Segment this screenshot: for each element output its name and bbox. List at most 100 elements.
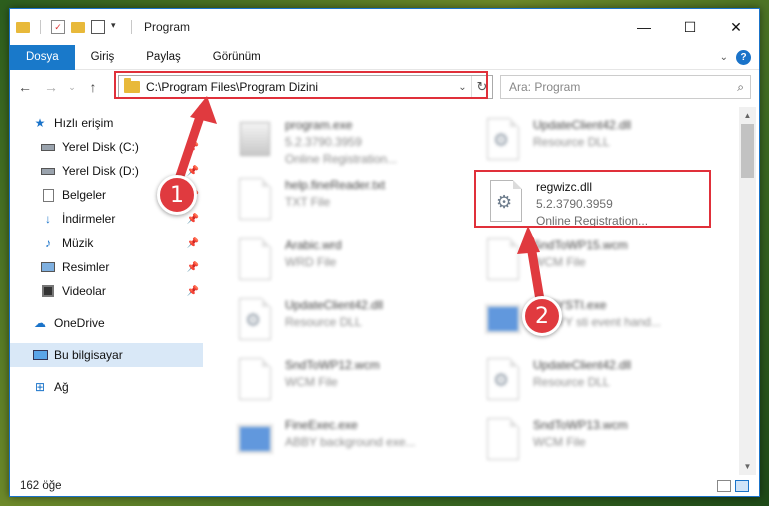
navigation-pane: ★ Hızlı erişim Yerel Disk (C:) 📌 Yerel D… (10, 109, 203, 471)
sidebar-item-label: OneDrive (54, 316, 105, 330)
file-item[interactable]: help.fineReader.txt TXT File (235, 175, 475, 235)
sidebar-item-label: Ağ (54, 380, 69, 394)
drive-icon (40, 164, 56, 178)
file-item[interactable]: ⚙ UpdateClient42.dll Resource DLL (235, 295, 475, 355)
expand-ribbon-icon[interactable]: ⌄ (720, 52, 728, 63)
file-item[interactable]: SndToWP12.wcm WCM File (235, 355, 475, 415)
status-bar: 162 öğe (10, 475, 759, 497)
pin-icon[interactable]: 📌 (187, 142, 199, 153)
file-name: program.exe (285, 118, 353, 132)
sidebar-item-quick-access[interactable]: ★ Hızlı erişim (10, 111, 203, 135)
file-item[interactable]: program.exe 5.2.3790.3959 Online Registrat… (235, 115, 475, 175)
text-file-icon (235, 175, 275, 223)
pin-icon[interactable]: 📌 (187, 238, 199, 249)
music-icon: ♪ (45, 236, 51, 250)
sidebar-item-pictures[interactable]: Resimler 📌 (10, 255, 203, 279)
forward-button[interactable]: → (40, 76, 62, 98)
step-marker-2: 2 (522, 296, 562, 336)
search-box[interactable]: Ara: Program ⌕ (500, 75, 751, 99)
sidebar-item-music[interactable]: ♪ Müzik 📌 (10, 231, 203, 255)
download-icon: ↓ (45, 212, 51, 226)
pin-icon[interactable]: 📌 (187, 262, 199, 273)
customize-dropdown-icon[interactable]: ▾ (111, 20, 121, 34)
file-name: SndToWP12.wcm (285, 358, 380, 372)
maximize-button[interactable]: ☐ (667, 9, 713, 45)
new-folder-icon[interactable] (71, 21, 85, 33)
sidebar-item-label: Bu bilgisayar (54, 348, 123, 362)
file-icon (235, 355, 275, 403)
file-item[interactable]: ⚙ UpdateClient42.dll Resource DLL (483, 115, 723, 175)
file-version: 5.2.3790.3959 (285, 135, 362, 149)
sidebar-item-onedrive[interactable]: ☁ OneDrive (10, 311, 203, 335)
file-name: UpdateClient42.dll (533, 118, 632, 132)
file-item[interactable]: SndToWP15.wcm WCM File (483, 235, 723, 295)
back-button[interactable]: ← (14, 76, 36, 98)
minimize-button[interactable]: — (621, 9, 667, 45)
file-type: Resource DLL (533, 135, 610, 149)
scrollbar-thumb[interactable] (741, 124, 754, 178)
pin-icon[interactable]: 📌 (187, 286, 199, 297)
file-list: program.exe 5.2.3790.3959 Online Registrat… (225, 107, 735, 473)
application-icon (483, 295, 523, 343)
sidebar-item-label: Belgeler (62, 188, 107, 202)
documents-icon (40, 188, 56, 202)
properties-icon[interactable]: ✓ (51, 20, 65, 34)
cloud-icon: ☁ (34, 316, 46, 330)
sidebar-item-label: Müzik (62, 236, 94, 250)
file-description: Online Registration... (285, 152, 398, 166)
scroll-down-icon[interactable]: ▼ (739, 458, 756, 475)
scroll-up-icon[interactable]: ▲ (739, 107, 756, 124)
search-input[interactable]: Ara: Program (509, 80, 580, 94)
application-icon (235, 415, 275, 463)
pin-icon[interactable]: 📌 (187, 166, 199, 177)
details-view-icon[interactable] (717, 480, 731, 492)
sidebar-item-disk-c[interactable]: Yerel Disk (C:) 📌 (10, 135, 203, 159)
recent-dropdown-icon[interactable]: ⌄ (66, 76, 78, 98)
computer-icon (32, 348, 48, 362)
item-count: 162 öğe (20, 480, 62, 492)
sidebar-item-label: Yerel Disk (D:) (62, 164, 139, 178)
exe-icon (235, 115, 275, 163)
title-bar: ✓ ▾ Program — ☐ ✕ (10, 9, 759, 45)
address-highlight-box (114, 71, 488, 99)
file-item[interactable]: ⚙ UpdateClient42.dll Resource DLL (483, 355, 723, 415)
file-name: UpdateClient42.dll (285, 298, 384, 312)
search-icon[interactable]: ⌕ (737, 80, 744, 95)
star-icon: ★ (34, 116, 46, 130)
tab-home[interactable]: Giriş (75, 45, 131, 70)
file-name: Arabic.wrd (285, 238, 342, 252)
file-item[interactable]: SndToWP13.wcm WCM File (483, 415, 723, 473)
help-icon[interactable]: ? (736, 49, 751, 65)
vertical-scrollbar[interactable]: ▲ ▼ (739, 107, 756, 475)
file-description: ABBY background exe... (285, 435, 416, 449)
file-type: Resource DLL (285, 315, 362, 329)
tab-share[interactable]: Paylaş (130, 45, 197, 70)
file-icon (483, 235, 523, 283)
sidebar-item-label: Yerel Disk (C:) (62, 140, 139, 154)
file-type: WCM File (533, 435, 586, 449)
file-type: TXT File (285, 195, 331, 209)
dll-icon: ⚙ (483, 355, 523, 403)
pin-icon[interactable]: 📌 (187, 214, 199, 225)
dll-icon: ⚙ (483, 115, 523, 163)
step-marker-1: 1 (157, 175, 197, 215)
up-button[interactable]: ↑ (82, 76, 104, 98)
sidebar-item-this-pc[interactable]: Bu bilgisayar (10, 343, 203, 367)
file-item[interactable]: ABBYSTI.exe ABBYY sti event hand... (483, 295, 723, 355)
pictures-icon (40, 260, 56, 274)
sidebar-item-network[interactable]: ⊞ Ağ (10, 375, 203, 399)
close-button[interactable]: ✕ (713, 9, 759, 45)
separator (131, 20, 132, 34)
view-options-icon[interactable] (91, 20, 105, 34)
file-item[interactable]: FineExec.exe ABBY background exe... (235, 415, 475, 473)
tab-view[interactable]: Görünüm (197, 45, 277, 70)
file-name: SndToWP13.wcm (533, 418, 628, 432)
window-controls: — ☐ ✕ (621, 9, 759, 45)
window-title: Program (144, 20, 191, 34)
sidebar-item-videos[interactable]: Videolar 📌 (10, 279, 203, 303)
folder-icon (16, 21, 30, 33)
file-item[interactable]: Arabic.wrd WRD File (235, 235, 475, 295)
drive-icon (40, 140, 56, 154)
tab-file[interactable]: Dosya (10, 44, 75, 70)
tiles-view-icon[interactable] (735, 480, 749, 492)
